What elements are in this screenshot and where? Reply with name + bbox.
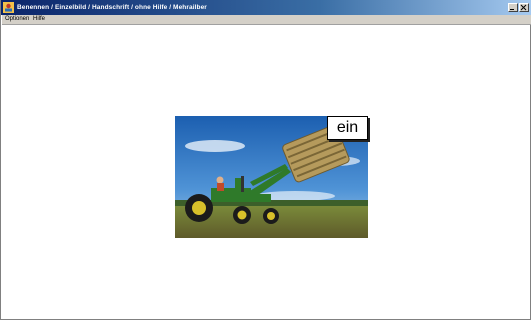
app-icon — [3, 2, 14, 13]
app-window: Benennen / Einzelbild / Handschrift / oh… — [0, 0, 531, 320]
menu-hilfe[interactable]: Hilfe — [33, 15, 45, 24]
title-bar[interactable]: Benennen / Einzelbild / Handschrift / oh… — [1, 0, 531, 15]
close-button[interactable] — [519, 3, 529, 12]
minimize-icon — [510, 9, 514, 10]
menu-optionen-label: Optionen — [5, 16, 30, 22]
word-label: ein — [327, 116, 368, 140]
menu-bar: Optionen Hilfe — [2, 15, 531, 25]
window-title: Benennen / Einzelbild / Handschrift / oh… — [17, 4, 207, 11]
menu-optionen[interactable]: Optionen — [5, 15, 29, 24]
menu-hilfe-label: Hilfe — [33, 16, 46, 22]
minimize-button[interactable] — [508, 3, 518, 12]
close-icon — [520, 4, 527, 11]
